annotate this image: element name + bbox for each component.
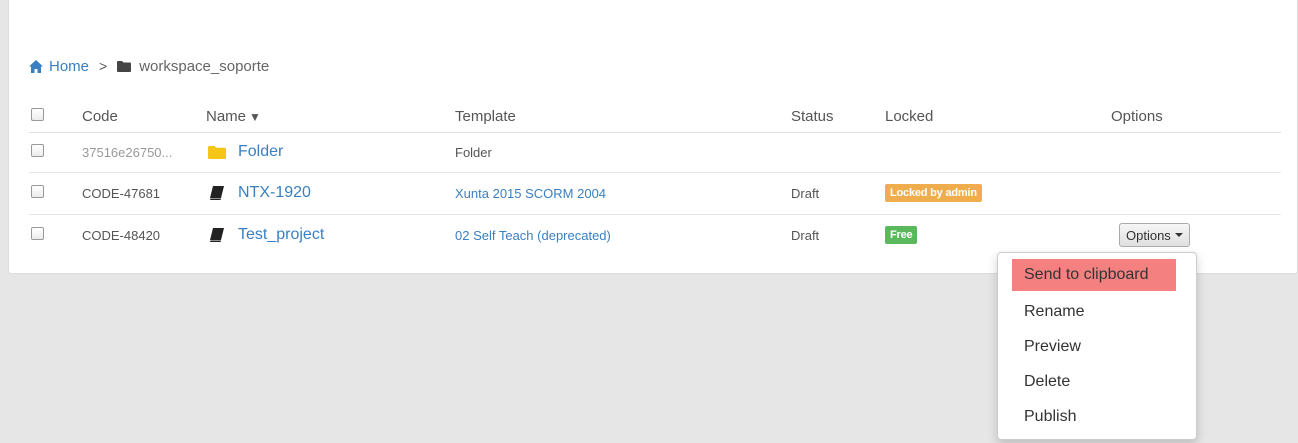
- row-locked: [885, 132, 1111, 173]
- header-locked[interactable]: Locked: [885, 102, 1111, 133]
- table-row[interactable]: CODE-47681 NTX-1920 Xunta 2015 SCORM 200…: [29, 172, 1281, 215]
- row-status: Draft: [791, 227, 820, 243]
- header-options: Options: [1111, 102, 1281, 133]
- menu-item-delete[interactable]: Delete: [998, 364, 1196, 399]
- breadcrumb-current: workspace_soporte: [117, 58, 269, 75]
- options-button-label: Options: [1126, 227, 1171, 243]
- content-panel: Home > workspace_soporte Code Name ▼ Temp…: [8, 0, 1298, 274]
- folder-icon: [117, 60, 132, 72]
- options-dropdown-menu: Send to clipboard Rename Preview Delete …: [997, 252, 1197, 440]
- row-checkbox[interactable]: [31, 185, 44, 198]
- row-code: CODE-48420: [82, 227, 161, 243]
- sort-desc-icon: ▼: [249, 110, 261, 125]
- breadcrumb-home-link[interactable]: Home: [29, 58, 89, 75]
- options-dropdown-button[interactable]: Options: [1119, 223, 1190, 248]
- row-checkbox[interactable]: [31, 144, 44, 157]
- menu-item-send-to-clipboard[interactable]: Send to clipboard: [1012, 259, 1176, 291]
- items-table: Code Name ▼ Template Status Locked Option…: [29, 102, 1281, 256]
- free-badge: Free: [885, 226, 918, 245]
- header-select-all: [29, 102, 82, 133]
- menu-item-preview[interactable]: Preview: [998, 329, 1196, 364]
- menu-item-rename[interactable]: Rename: [998, 294, 1196, 329]
- row-name-link[interactable]: NTX-1920: [238, 184, 311, 202]
- header-template[interactable]: Template: [455, 102, 791, 133]
- row-name-link[interactable]: Folder: [238, 143, 283, 161]
- row-options: [1111, 172, 1281, 215]
- book-icon: [210, 228, 224, 243]
- row-code: 37516e26750...: [82, 132, 206, 173]
- row-name-link[interactable]: Test_project: [238, 226, 324, 244]
- breadcrumb-current-label: workspace_soporte: [139, 57, 270, 75]
- menu-item-publish[interactable]: Publish: [998, 399, 1196, 434]
- table-row[interactable]: 37516e26750... Folder Folder: [29, 132, 1281, 173]
- book-icon: [210, 186, 224, 200]
- row-options: [1111, 132, 1281, 173]
- table-row[interactable]: CODE-48420 Test_project 02 Self Teach (d…: [29, 214, 1281, 256]
- header-name[interactable]: Name ▼: [206, 102, 455, 133]
- row-status: [791, 132, 885, 173]
- caret-down-icon: [1174, 233, 1183, 238]
- breadcrumb: Home > workspace_soporte: [29, 54, 269, 78]
- table-header-row: Code Name ▼ Template Status Locked Option…: [29, 102, 1281, 133]
- select-all-checkbox[interactable]: [31, 108, 44, 122]
- row-checkbox[interactable]: [31, 227, 44, 241]
- header-name-label: Name: [206, 108, 247, 126]
- home-icon: [29, 59, 43, 73]
- row-template-link[interactable]: 02 Self Teach (deprecated): [455, 228, 611, 243]
- row-code: CODE-47681: [82, 172, 206, 215]
- row-template-link[interactable]: Xunta 2015 SCORM 2004: [455, 186, 606, 201]
- breadcrumb-separator: >: [99, 58, 108, 74]
- breadcrumb-home-label: Home: [49, 57, 90, 75]
- folder-icon: [208, 145, 226, 159]
- header-code[interactable]: Code: [82, 102, 206, 133]
- locked-badge: Locked by admin: [885, 184, 982, 202]
- header-status[interactable]: Status: [791, 102, 885, 133]
- row-status: Draft: [791, 172, 885, 215]
- row-template: Folder: [455, 132, 791, 173]
